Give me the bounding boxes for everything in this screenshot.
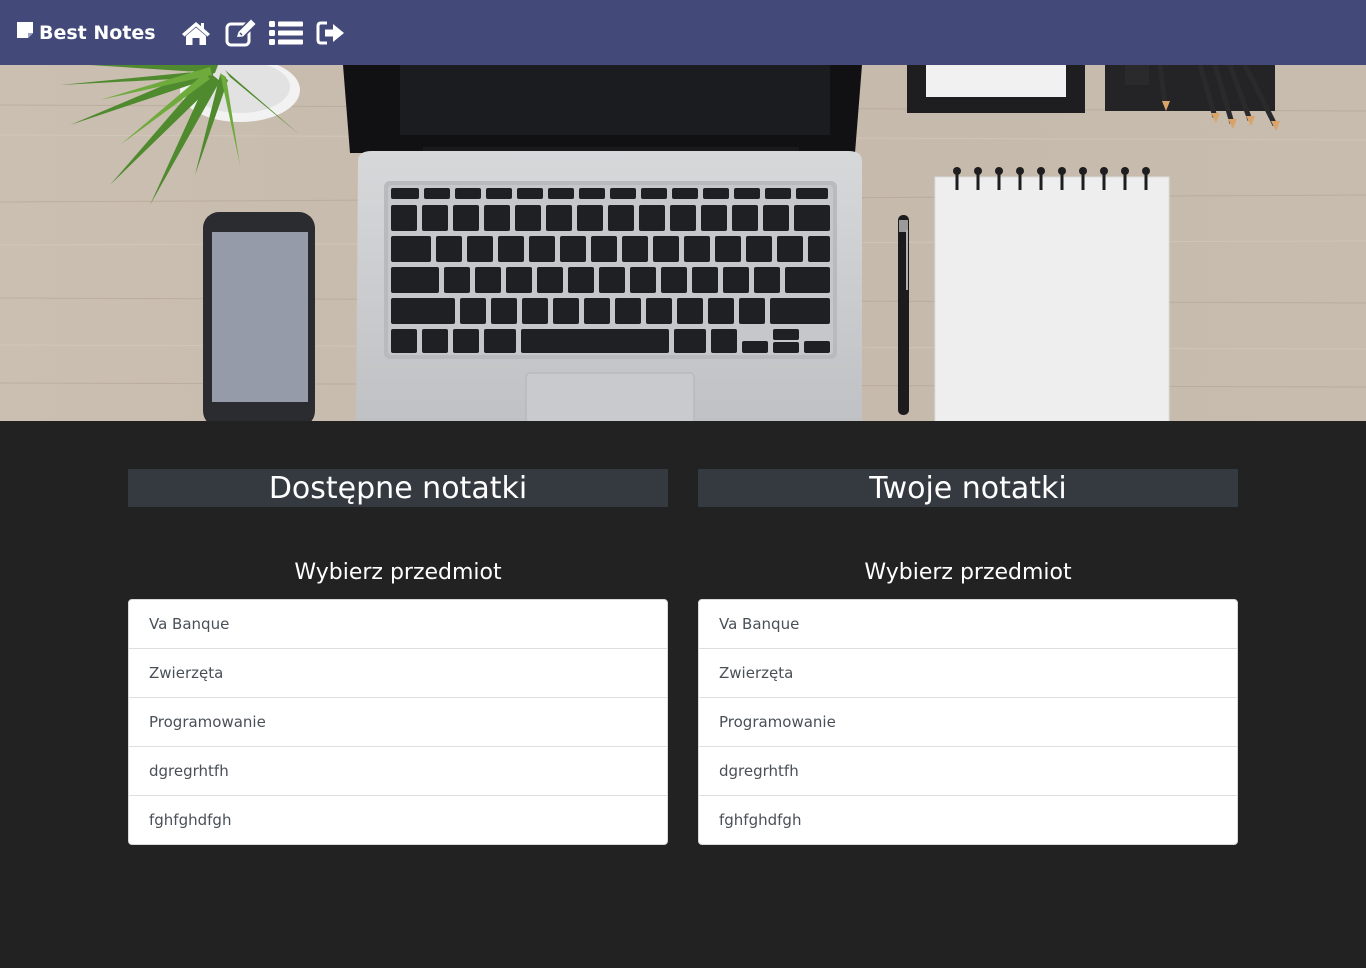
list-item[interactable]: Va Banque	[129, 600, 667, 649]
list-item[interactable]: Zwierzęta	[129, 649, 667, 698]
your-subject-list: Va Banque Zwierzęta Programowanie dgregr…	[698, 599, 1238, 845]
hero-image	[0, 65, 1366, 421]
available-subject-list: Va Banque Zwierzęta Programowanie dgregr…	[128, 599, 668, 845]
navbar: Best Notes	[0, 0, 1366, 65]
list-item[interactable]: dgregrhtfh	[699, 747, 1237, 796]
available-notes-section: Dostępne notatki Wybierz przedmiot Va Ba…	[128, 469, 668, 845]
list-item[interactable]: Programowanie	[129, 698, 667, 747]
available-notes-subtitle: Wybierz przedmiot	[294, 560, 502, 585]
available-notes-title: Dostępne notatki	[128, 469, 668, 507]
list-item[interactable]: Zwierzęta	[699, 649, 1237, 698]
your-notes-section: Twoje notatki Wybierz przedmiot Va Banqu…	[698, 469, 1238, 845]
your-notes-subtitle: Wybierz przedmiot	[864, 560, 1072, 585]
list-item[interactable]: fghfghdfgh	[699, 796, 1237, 844]
list-icon[interactable]	[268, 15, 304, 51]
brand-link[interactable]: Best Notes	[16, 21, 156, 44]
list-item[interactable]: Programowanie	[699, 698, 1237, 747]
edit-icon[interactable]	[223, 15, 259, 51]
nav-icons	[178, 15, 358, 51]
brand-label: Best Notes	[39, 21, 156, 44]
list-item[interactable]: dgregrhtfh	[129, 747, 667, 796]
sticky-note-icon	[16, 21, 39, 44]
list-item[interactable]: fghfghdfgh	[129, 796, 667, 844]
home-icon[interactable]	[178, 15, 214, 51]
list-item[interactable]: Va Banque	[699, 600, 1237, 649]
your-notes-title: Twoje notatki	[698, 469, 1238, 507]
sign-out-icon[interactable]	[313, 15, 349, 51]
